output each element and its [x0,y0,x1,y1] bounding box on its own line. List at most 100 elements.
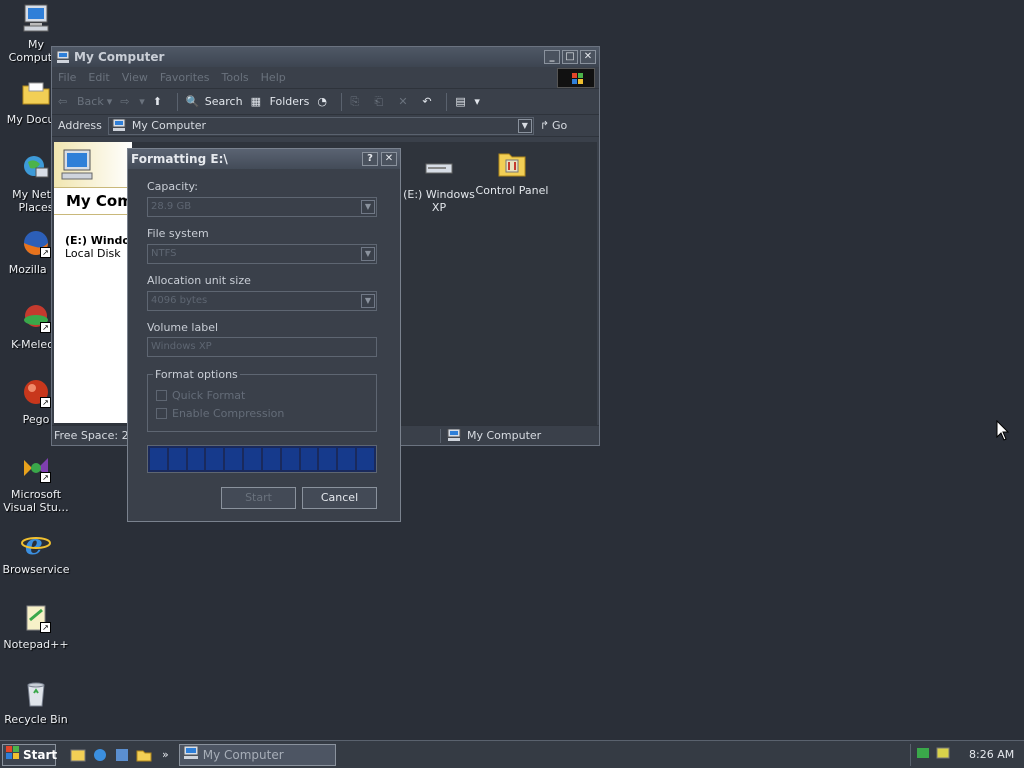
left-pane-title: My Com [66,192,132,210]
menu-favorites[interactable]: Favorites [160,71,210,84]
menu-view[interactable]: View [122,71,148,84]
ie-icon[interactable] [92,747,108,763]
drive-item[interactable]: (E:) Windows XP [401,152,477,214]
quick-launch-chevron[interactable]: » [162,748,169,761]
menu-bar: File Edit View Favorites Tools Help [52,67,599,89]
views-button[interactable]: ▤ ▾ [455,95,480,109]
filesystem-select[interactable]: NTFS ▼ [147,244,377,264]
allocation-label: Allocation unit size [147,274,251,287]
forward-arrow-icon: ⇨ [120,94,130,108]
clock: 8:26 AM [969,748,1015,761]
enable-compression-checkbox[interactable]: Enable Compression [156,407,284,420]
go-button[interactable]: ↱ Go [540,119,567,132]
explorer-title: My Computer [74,50,165,64]
control-panel-item[interactable]: Control Panel [474,148,550,197]
volume-label-input[interactable]: Windows XP [147,337,377,357]
maximize-button[interactable]: □ [562,50,578,64]
toolbar-separator [341,92,343,111]
up-folder-button[interactable]: ⬆ [153,95,169,109]
visual-studio-icon: ↗ [20,452,52,484]
close-button[interactable]: ✕ [580,50,596,64]
format-dialog-titlebar[interactable]: Formatting E:\ ? ✕ [128,149,400,169]
windows-logo-icon [557,68,595,88]
history-button[interactable]: ◔ [317,95,333,109]
cancel-button[interactable]: Cancel [302,487,377,509]
desktop-icon-browservice[interactable]: e Browservice [0,527,72,576]
filesystem-label: File system [147,227,209,240]
close-button[interactable]: ✕ [381,152,397,166]
explorer-toolbar: ⇦ Back ▾ ⇨ ▾ ⬆ 🔍 Search ▦ Folders ◔ ⎘ ⎗ ✕ ↶ … [52,89,599,115]
quick-format-checkbox[interactable]: Quick Format [156,389,245,402]
search-button[interactable]: 🔍 Search [186,95,243,109]
control-panel-icon [496,148,528,180]
media-icon[interactable] [114,747,130,763]
copy-to-button[interactable]: ⎗ [374,95,390,109]
explorer-icon[interactable] [136,747,152,763]
minimize-button[interactable]: _ [544,50,560,64]
format-dialog: Formatting E:\ ? ✕ Capacity: 28.9 GB ▼ F… [127,148,401,522]
help-button[interactable]: ? [362,152,378,166]
forward-button[interactable]: ⇨ ▾ [120,95,145,109]
undo-icon: ↶ [422,94,432,108]
back-arrow-icon: ⇦ [58,94,68,108]
desktop-icon-label: Microsoft Visual Stu… [3,488,69,514]
desktop-icon-notepad[interactable]: ↗ Notepad++ [0,602,72,651]
filesystem-value: NTFS [151,248,177,259]
progress-block [300,448,318,470]
left-pane-disk: Local Disk [65,247,121,260]
search-icon: 🔍 [185,94,200,108]
show-desktop-icon[interactable] [70,747,86,763]
progress-block [150,448,167,470]
taskbar-item-my-computer[interactable]: My Computer [178,743,336,766]
start-button[interactable]: Start [2,743,57,766]
move-to-button[interactable]: ⎘ [350,95,366,109]
notepad-icon: ↗ [20,602,52,634]
left-pane-drive: (E:) Windo [65,234,130,247]
menu-tools[interactable]: Tools [222,71,249,84]
my-computer-icon [112,118,128,133]
taskbar: Start » My Computer 8:26 AM [0,740,1024,768]
back-button[interactable]: ⇦ Back ▾ [58,95,112,109]
drive-label: (E:) Windows XP [403,188,475,214]
shortcut-arrow-icon: ↗ [40,247,51,258]
progress-block [187,448,205,470]
chevron-down-icon[interactable]: ▼ [517,118,532,133]
folders-icon: ▦ [250,94,261,108]
tray-app-icon[interactable] [915,745,931,764]
start-button[interactable]: Start [221,487,296,509]
tray-network-icon[interactable] [935,745,951,764]
toolbar-separator [176,92,178,111]
menu-edit[interactable]: Edit [88,71,109,84]
address-bar: Address My Computer ▼ ↱ Go [52,115,599,137]
folders-button[interactable]: ▦ Folders [251,95,310,109]
volume-label: Volume label [147,321,219,334]
network-icon [20,152,52,184]
address-label: Address [58,119,102,132]
left-pane: My Com (E:) Windo Local Disk [54,142,132,423]
history-icon: ◔ [317,94,327,108]
checkbox-icon [156,390,167,401]
my-computer-icon [20,2,52,34]
folder-icon [20,77,52,109]
windows-logo-icon [6,746,20,763]
address-value: My Computer [131,119,206,132]
menu-help[interactable]: Help [261,71,286,84]
svg-text:e: e [25,528,43,559]
menu-file[interactable]: File [58,71,76,84]
my-computer-icon [183,745,199,763]
desktop-icon-recycle-bin[interactable]: Recycle Bin [0,677,72,726]
k-meleon-icon: ↗ [20,302,52,334]
desktop-icon-visual-studio[interactable]: ↗ Microsoft Visual Stu… [0,452,72,514]
undo-button[interactable]: ↶ [422,95,438,109]
capacity-select[interactable]: 28.9 GB ▼ [147,197,377,217]
allocation-select[interactable]: 4096 bytes ▼ [147,291,377,311]
progress-block [338,448,356,470]
chevron-down-icon: ▼ [361,200,375,214]
delete-button[interactable]: ✕ [398,95,414,109]
desktop-icon-label: Browservice [2,563,70,576]
desktop-icon-label: Recycle Bin [4,713,68,726]
control-panel-label: Control Panel [475,184,549,197]
explorer-titlebar[interactable]: My Computer _ □ ✕ [52,47,599,67]
desktop-icon-label: Notepad++ [3,638,69,651]
address-input[interactable]: My Computer ▼ [107,116,534,135]
